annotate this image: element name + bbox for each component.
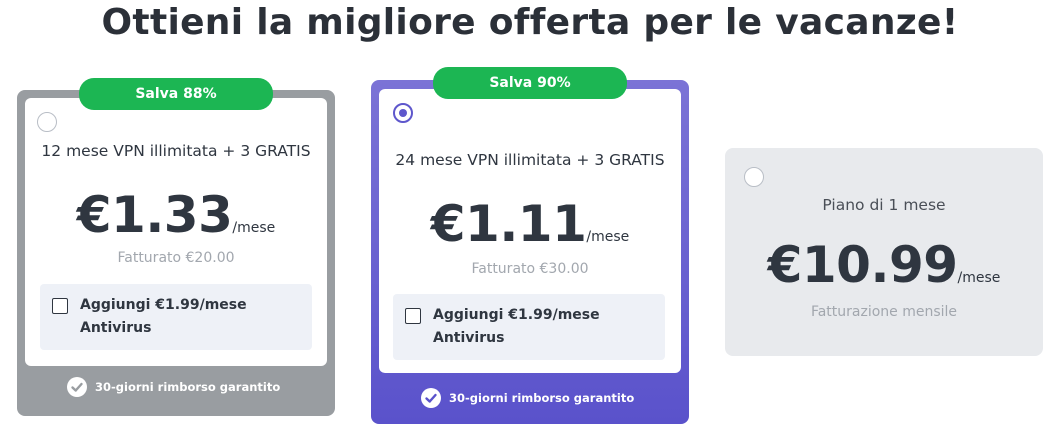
plan-price: €10.99	[767, 236, 958, 294]
plan-price: €1.11	[430, 195, 587, 253]
checkbox-icon[interactable]	[405, 308, 421, 324]
plan-card-body: 24 mese VPN illimitata + 3 GRATIS €1.11/…	[379, 89, 681, 373]
price-row: €1.33/mese	[25, 186, 327, 244]
guarantee-text: 30-giorni rimborso garantito	[95, 380, 281, 394]
money-back-guarantee: 30-giorni rimborso garantito	[67, 377, 280, 397]
plan-name: 12 mese VPN illimitata + 3 GRATIS	[41, 142, 311, 160]
billed-amount: Fatturazione mensile	[810, 304, 958, 320]
radio-button-icon[interactable]	[393, 103, 413, 123]
addon-text: Aggiungi €1.99/mese Antivirus	[80, 294, 247, 340]
plan-name: 24 mese VPN illimitata + 3 GRATIS	[395, 151, 665, 169]
radio-button-icon[interactable]	[37, 112, 57, 132]
plan-price: €1.33	[76, 186, 233, 244]
price-row: €1.11/mese	[379, 195, 681, 253]
plan-card-24-months[interactable]: 24 mese VPN illimitata + 3 GRATIS €1.11/…	[371, 67, 689, 424]
addon-text: Aggiungi €1.99/mese Antivirus	[433, 304, 600, 350]
addon-product-label: Antivirus	[80, 320, 152, 336]
checkbox-icon[interactable]	[52, 298, 68, 314]
plan-card-12-months[interactable]: 12 mese VPN illimitata + 3 GRATIS €1.33/…	[17, 78, 335, 416]
guarantee-text: 30-giorni rimborso garantito	[449, 391, 635, 405]
radio-button-icon[interactable]	[744, 167, 764, 187]
plan-name: Piano di 1 mese	[822, 196, 946, 214]
billed-amount: Fatturato €30.00	[471, 261, 589, 277]
addon-product-label: Antivirus	[433, 330, 505, 346]
billed-amount: Fatturato €20.00	[117, 250, 235, 266]
money-back-guarantee: 30-giorni rimborso garantito	[421, 388, 634, 408]
check-circle-icon	[67, 377, 87, 397]
plan-period: /mese	[232, 220, 276, 236]
plan-card-1-month[interactable]: Piano di 1 mese €10.99/mese Fatturazione…	[725, 148, 1043, 356]
addon-price-label: Aggiungi €1.99/mese	[433, 307, 600, 323]
addon-price-label: Aggiungi €1.99/mese	[80, 297, 247, 313]
page-headline: Ottieni la migliore offerta per le vacan…	[101, 2, 959, 43]
discount-badge: Salva 88%	[79, 78, 273, 110]
check-circle-icon	[421, 388, 441, 408]
discount-badge: Salva 90%	[433, 67, 627, 99]
plan-card-body: 12 mese VPN illimitata + 3 GRATIS €1.33/…	[25, 98, 327, 366]
plan-period: /mese	[586, 229, 630, 245]
plan-period: /mese	[957, 270, 1001, 286]
antivirus-addon[interactable]: Aggiungi €1.99/mese Antivirus	[393, 294, 665, 360]
price-row: €10.99/mese	[725, 236, 1043, 294]
antivirus-addon[interactable]: Aggiungi €1.99/mese Antivirus	[40, 284, 312, 350]
